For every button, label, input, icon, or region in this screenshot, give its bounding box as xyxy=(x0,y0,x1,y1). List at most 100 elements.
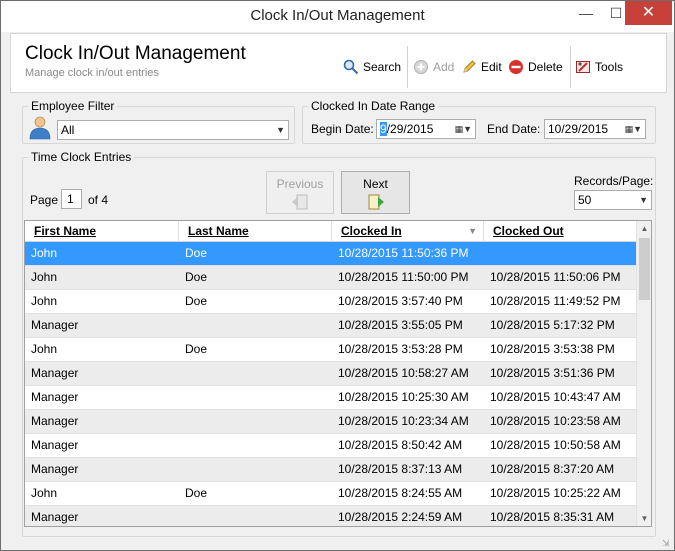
column-header-clocked-out[interactable]: Clocked Out xyxy=(484,221,636,242)
next-button[interactable]: Next xyxy=(341,171,410,214)
table-row[interactable]: Manager 10/28/2015 8:50:42 AM 10/28/2015 1… xyxy=(25,434,636,458)
table-cell: Manager xyxy=(31,438,79,452)
calendar-dropdown-icon: ▦▼ xyxy=(624,124,642,134)
table-row[interactable]: John Doe 10/28/2015 11:50:36 PM xyxy=(25,242,636,266)
add-button[interactable]: Add xyxy=(413,57,454,77)
table-cell: 10/28/2015 3:55:05 PM xyxy=(338,318,463,332)
chevron-down-icon: ▼ xyxy=(276,125,285,135)
table-cell: John xyxy=(31,294,58,308)
end-date-picker[interactable]: 10/29/2015 ▦▼ xyxy=(544,119,646,139)
column-header-clocked-in[interactable]: Clocked In ▼ xyxy=(332,221,484,242)
employee-filter-label: Employee Filter xyxy=(28,99,118,113)
scrollbar-thumb[interactable] xyxy=(639,238,650,300)
table-row[interactable]: Manager 10/28/2015 8:37:13 AM 10/28/2015 8… xyxy=(25,458,636,482)
page-label: Page xyxy=(30,193,59,207)
column-header-label: Last Name xyxy=(188,224,249,238)
employee-select[interactable]: All ▼ xyxy=(57,120,289,140)
delete-button[interactable]: Delete xyxy=(508,57,563,77)
table-cell: John xyxy=(31,486,58,500)
table-cell: 10/28/2015 3:57:40 PM xyxy=(338,294,463,308)
grid-header: First Name Last Name Clocked In ▼ Clocked… xyxy=(25,221,636,242)
table-cell: Manager xyxy=(31,510,79,524)
table-cell: Manager xyxy=(31,318,79,332)
records-per-page-select[interactable]: 50 ▼ xyxy=(574,190,652,210)
table-row[interactable]: Manager 10/28/2015 10:25:30 AM 10/28/2015 … xyxy=(25,386,636,410)
table-cell: 10/28/2015 10:58:27 AM xyxy=(338,366,469,380)
tools-button[interactable]: Tools xyxy=(575,57,623,77)
search-label: Search xyxy=(363,60,402,74)
table-row[interactable]: Manager 10/28/2015 2:24:59 AM 10/28/2015 8… xyxy=(25,506,636,526)
begin-date-rest: /29/2015 xyxy=(386,122,434,136)
add-label: Add xyxy=(433,60,455,74)
scroll-down-arrow-icon[interactable]: ▼ xyxy=(637,511,651,526)
edit-label: Edit xyxy=(481,60,502,74)
page-number-input[interactable]: 1 xyxy=(61,189,82,209)
table-cell: 10/28/2015 3:53:28 PM xyxy=(338,342,463,356)
table-cell: John xyxy=(31,342,58,356)
resize-grip-icon[interactable]: ⇲ xyxy=(662,538,672,548)
close-button[interactable]: ✕ xyxy=(625,1,672,25)
table-cell: John xyxy=(31,246,58,260)
page-subtitle: Manage clock in/out entries xyxy=(25,67,159,79)
date-range-label: Clocked In Date Range xyxy=(308,99,439,113)
table-cell: Doe xyxy=(185,342,208,356)
time-clock-grid[interactable]: First Name Last Name Clocked In ▼ Clocked… xyxy=(24,220,652,527)
column-header-last-name[interactable]: Last Name xyxy=(179,221,332,242)
page-number-value: 1 xyxy=(67,192,74,206)
add-icon xyxy=(414,60,428,74)
header-panel: Clock In/Out Management Manage clock in/… xyxy=(10,33,667,93)
column-header-label: Clocked Out xyxy=(493,224,564,238)
delete-label: Delete xyxy=(528,60,563,74)
calendar-dropdown-icon: ▦▼ xyxy=(454,124,472,134)
pencil-icon xyxy=(463,60,476,73)
previous-button[interactable]: Previous xyxy=(266,171,334,214)
table-cell: Manager xyxy=(31,366,79,380)
chevron-down-icon: ▼ xyxy=(639,195,648,205)
table-cell: 10/28/2015 10:23:58 AM xyxy=(490,414,621,428)
user-icon xyxy=(29,116,51,140)
table-cell: 10/28/2015 11:50:36 PM xyxy=(338,246,469,260)
minimize-button[interactable]: — xyxy=(571,1,601,25)
employee-select-value: All xyxy=(61,123,75,137)
vertical-scrollbar[interactable]: ▲ ▼ xyxy=(636,221,651,526)
table-cell: Doe xyxy=(185,270,208,284)
table-cell: 10/28/2015 10:43:47 AM xyxy=(490,390,621,404)
table-cell: 10/28/2015 2:24:59 AM xyxy=(338,510,463,524)
scroll-up-arrow-icon[interactable]: ▲ xyxy=(637,221,651,236)
column-header-label: Clocked In xyxy=(341,224,402,238)
edit-button[interactable]: Edit xyxy=(461,57,502,77)
begin-date-selected-part: 9 xyxy=(380,122,387,136)
table-cell: Doe xyxy=(185,486,208,500)
table-cell: Manager xyxy=(31,390,79,404)
table-row[interactable]: John Doe 10/28/2015 3:57:40 PM 10/28/2015 1… xyxy=(25,290,636,314)
begin-date-picker[interactable]: 9/29/2015 ▦▼ xyxy=(376,119,476,139)
table-cell: Manager xyxy=(31,462,79,476)
table-cell: 10/28/2015 11:49:52 PM xyxy=(490,294,621,308)
records-per-page-value: 50 xyxy=(578,193,592,207)
end-date-label: End Date: xyxy=(487,122,541,136)
app-window: Clock In/Out Management — ☐ ✕ Clock In/O… xyxy=(0,0,675,551)
table-cell: 10/28/2015 8:37:20 AM xyxy=(490,462,615,476)
table-cell: 10/28/2015 8:24:55 AM xyxy=(338,486,463,500)
table-cell: 10/28/2015 8:37:13 AM xyxy=(338,462,463,476)
next-page-icon xyxy=(368,194,384,210)
table-cell: Doe xyxy=(185,246,208,260)
next-label: Next xyxy=(363,177,388,191)
entries-group-label: Time Clock Entries xyxy=(28,150,135,164)
table-row[interactable]: Manager 10/28/2015 10:58:27 AM 10/28/2015 … xyxy=(25,362,636,386)
table-row[interactable]: John Doe 10/28/2015 8:24:55 AM 10/28/2015 1… xyxy=(25,482,636,506)
tools-icon xyxy=(576,61,590,73)
table-row[interactable]: John Doe 10/28/2015 3:53:28 PM 10/28/2015 3… xyxy=(25,338,636,362)
table-row[interactable]: John Doe 10/28/2015 11:50:00 PM 10/28/2015 … xyxy=(25,266,636,290)
tools-label: Tools xyxy=(595,60,624,74)
column-header-first-name[interactable]: First Name xyxy=(25,221,179,242)
title-bar[interactable]: Clock In/Out Management — ☐ ✕ xyxy=(1,1,674,32)
table-cell: 10/28/2015 8:35:31 AM xyxy=(490,510,615,524)
table-row[interactable]: Manager 10/28/2015 3:55:05 PM 10/28/2015 5… xyxy=(25,314,636,338)
table-cell: Doe xyxy=(185,294,208,308)
table-row[interactable]: Manager 10/28/2015 10:23:34 AM 10/28/2015 … xyxy=(25,410,636,434)
delete-icon xyxy=(509,60,523,74)
toolbar-separator xyxy=(407,46,408,88)
table-cell: 10/28/2015 11:50:00 PM xyxy=(338,270,469,284)
search-button[interactable]: Search xyxy=(343,57,401,77)
